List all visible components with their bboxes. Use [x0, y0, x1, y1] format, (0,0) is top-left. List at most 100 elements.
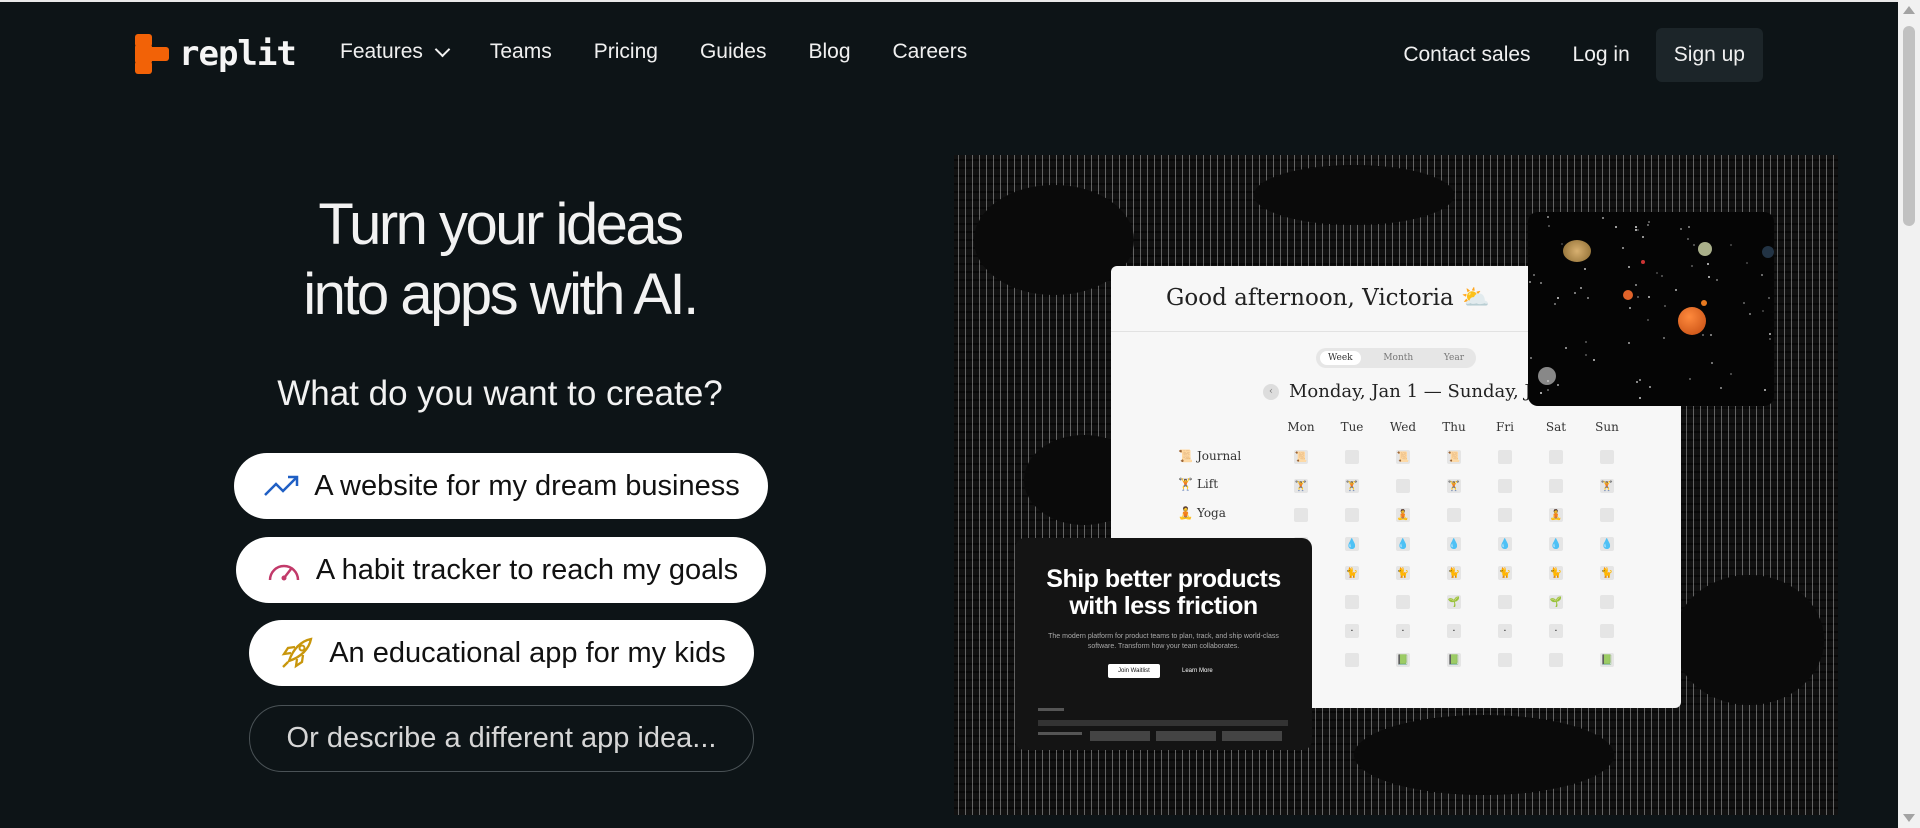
preview-headline: Ship better products with less friction [1015, 566, 1312, 620]
habit-cell [1345, 508, 1359, 522]
date-range: ‹ Monday, Jan 1 — Sunday, Jan 7 [1263, 381, 1571, 402]
nav-teams[interactable]: Teams [490, 40, 552, 64]
habit-cell [1600, 508, 1614, 522]
scrollbar-thumb[interactable] [1903, 26, 1915, 226]
star [1762, 310, 1764, 312]
scroll-down-arrow-icon[interactable] [1903, 814, 1915, 822]
star [1547, 389, 1549, 391]
star [1702, 334, 1704, 336]
page: replit Features Teams Pricing Guides Blo… [0, 0, 1898, 828]
solar-system-preview [1528, 212, 1774, 406]
habit-cell: · [1498, 624, 1512, 638]
star [1656, 272, 1658, 274]
habit-cell: 🐈 [1498, 566, 1512, 580]
habit-cell: 📜 [1447, 450, 1461, 464]
yoga-icon: 🧘 [1178, 506, 1193, 520]
habit-cell: 🧘 [1396, 508, 1410, 522]
star [1730, 373, 1732, 375]
scroll-icon: 📜 [1178, 449, 1193, 463]
star [1557, 384, 1559, 386]
star [1647, 224, 1649, 226]
habit-cell [1549, 653, 1563, 667]
log-in-link[interactable]: Log in [1573, 43, 1630, 67]
hero-question: What do you want to create? [277, 374, 723, 413]
tab-week: Week [1320, 351, 1361, 365]
suggestion-website[interactable]: A website for my dream business [234, 453, 768, 519]
star [1648, 296, 1650, 298]
contact-sales-link[interactable]: Contact sales [1403, 43, 1530, 67]
preview-bar [1090, 731, 1150, 741]
saturn-icon [1563, 240, 1591, 262]
preview-headline-line-2: with less friction [1069, 592, 1258, 620]
nav-pricing[interactable]: Pricing [594, 40, 658, 64]
star [1628, 342, 1630, 344]
dumbbell-icon: 🏋 [1178, 477, 1193, 491]
star [1749, 313, 1751, 315]
habit-row-label: 📜 Journal [1178, 449, 1241, 463]
habit-cell [1396, 479, 1410, 493]
habit-cell [1294, 508, 1308, 522]
vertical-scrollbar[interactable] [1898, 0, 1920, 828]
star [1533, 274, 1535, 276]
habit-cell [1447, 508, 1461, 522]
habit-label: Lift [1196, 477, 1219, 491]
nav-careers[interactable]: Careers [893, 40, 968, 64]
star [1540, 282, 1542, 284]
habit-label: Yoga [1196, 506, 1226, 520]
product-landing-preview: Ship better products with less friction … [1015, 538, 1312, 750]
trending-up-icon [262, 466, 302, 506]
star [1639, 397, 1641, 399]
sign-up-button[interactable]: Sign up [1655, 28, 1763, 82]
habit-cell: 💧 [1549, 537, 1563, 551]
nav-guides[interactable]: Guides [700, 40, 767, 64]
star [1557, 297, 1559, 299]
chevron-left-icon: ‹ [1263, 383, 1279, 400]
star [1730, 244, 1732, 246]
greeting-text: Good afternoon, Victoria [1166, 285, 1454, 311]
habit-cell: 📗 [1600, 653, 1614, 667]
star [1585, 341, 1587, 343]
star [1622, 247, 1624, 249]
star [1602, 217, 1604, 219]
nav-features-label: Features [340, 40, 423, 63]
suggestion-habit-tracker[interactable]: A habit tracker to reach my goals [236, 537, 766, 603]
star [1548, 225, 1550, 227]
describe-app-input[interactable]: Or describe a different app idea... [249, 705, 754, 772]
nav-features[interactable]: Features [340, 40, 451, 64]
map-dark-region [1254, 165, 1454, 225]
replit-logo[interactable]: replit [135, 34, 297, 74]
habit-cell: 📗 [1396, 653, 1410, 667]
star [1636, 381, 1638, 383]
day-header: Fri [1496, 420, 1514, 434]
star [1540, 392, 1542, 394]
habit-cell [1498, 595, 1512, 609]
habit-cell [1498, 479, 1512, 493]
star [1769, 333, 1771, 335]
star [1574, 292, 1576, 294]
habit-cell: · [1345, 624, 1359, 638]
nav-actions: Contact sales Log in Sign up [1361, 28, 1763, 82]
hero-title-line-1: Turn your ideas [318, 192, 684, 257]
hero-title: Turn your ideas into apps with AI. [200, 190, 800, 330]
suggestion-educational-app[interactable]: An educational app for my kids [249, 620, 754, 686]
star [1635, 284, 1637, 286]
nav-blog[interactable]: Blog [808, 40, 850, 64]
star [1635, 229, 1637, 231]
star [1647, 319, 1649, 321]
star [1768, 297, 1770, 299]
logo-wordmark: replit [179, 34, 297, 74]
habit-cell [1345, 450, 1359, 464]
habit-cell [1498, 508, 1512, 522]
habit-cell: 🏋 [1294, 479, 1308, 493]
star [1693, 244, 1695, 246]
scroll-up-arrow-icon[interactable] [1903, 6, 1915, 14]
star [1628, 266, 1630, 268]
star [1649, 386, 1651, 388]
habit-cell: 🌱 [1447, 595, 1461, 609]
day-header: Mon [1287, 420, 1315, 434]
habit-cell [1345, 595, 1359, 609]
rocket-icon [277, 633, 317, 673]
habit-row-label: 🏋 Lift [1178, 477, 1218, 491]
star [1648, 221, 1650, 223]
day-header: Tue [1340, 420, 1364, 434]
